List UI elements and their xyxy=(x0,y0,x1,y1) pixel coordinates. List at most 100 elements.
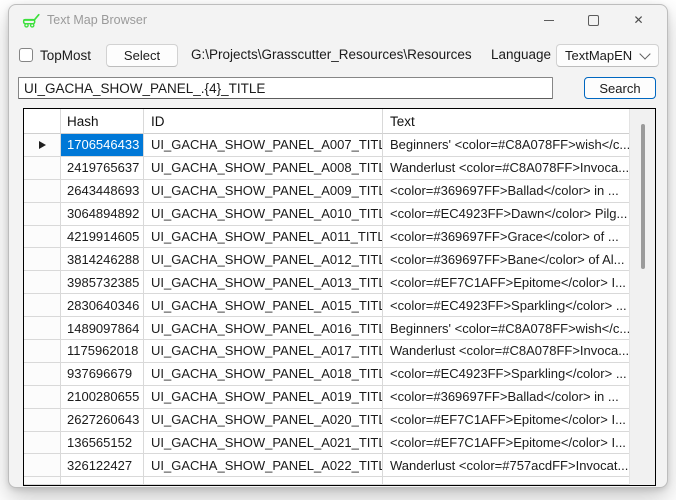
search-row: Search xyxy=(9,77,667,99)
id-cell[interactable]: UI_GACHA_SHOW_PANEL_A008_TITLE xyxy=(144,157,383,180)
text-cell[interactable]: <color=#EF7C1AFF>Epitome</color> I... xyxy=(383,432,630,455)
vertical-scrollbar[interactable] xyxy=(629,109,655,485)
titlebar: Text Map Browser ✕ xyxy=(9,5,667,35)
row-header-cell[interactable] xyxy=(24,363,61,386)
row-header-cell[interactable] xyxy=(24,134,61,157)
column-header-hash[interactable]: Hash xyxy=(61,109,144,134)
row-header-cell[interactable] xyxy=(24,203,61,226)
row-header-cell[interactable] xyxy=(24,271,61,294)
id-cell[interactable]: UI_GACHA_SHOW_PANEL_A021_TITLE xyxy=(144,432,383,455)
column-header-id[interactable]: ID xyxy=(144,109,383,134)
search-input[interactable] xyxy=(18,77,553,99)
id-cell[interactable]: UI_GACHA_SHOW_PANEL_A007_TITLE xyxy=(144,134,383,157)
hash-cell[interactable]: 2627260643 xyxy=(61,409,144,432)
table-row: 1706546433 UI_GACHA_SHOW_PANEL_A007_TITL… xyxy=(24,134,630,157)
current-row-marker-icon xyxy=(39,141,46,149)
language-label: Language xyxy=(491,47,551,62)
row-header-cell[interactable] xyxy=(24,409,61,432)
table-row: 326122427 UI_GACHA_SHOW_PANEL_A022_TITLE… xyxy=(24,454,630,477)
table-row: 3064894892 UI_GACHA_SHOW_PANEL_A010_TITL… xyxy=(24,203,630,226)
grid-corner-cell[interactable] xyxy=(24,109,61,134)
row-header-cell[interactable] xyxy=(24,248,61,271)
language-select[interactable]: TextMapEN xyxy=(556,44,659,67)
text-cell[interactable]: <color=#369697FF>Ballad</color> in ... xyxy=(383,386,630,409)
language-selected-value: TextMapEN xyxy=(565,48,641,63)
data-grid: Hash ID Text 1706546433 UI_GACHA_SHOW_PA… xyxy=(23,108,656,486)
id-cell[interactable]: UI_GACHA_SHOW_PANEL_A019_TITLE xyxy=(144,386,383,409)
text-cell[interactable]: Wanderlust <color=#C8A078FF>Invoca... xyxy=(383,157,630,180)
id-cell[interactable]: UI_GACHA_SHOW_PANEL_A013_TITLE xyxy=(144,271,383,294)
text-cell[interactable]: <color=#EF7C1AFF>Epitome</color> I... xyxy=(383,271,630,294)
hash-cell[interactable]: 3814246288 xyxy=(61,248,144,271)
table-row: 2643448693 UI_GACHA_SHOW_PANEL_A009_TITL… xyxy=(24,180,630,203)
text-cell[interactable]: Wanderlust <color=#757acdFF>Invocat... xyxy=(383,454,630,477)
table-row: 2100280655 UI_GACHA_SHOW_PANEL_A019_TITL… xyxy=(24,386,630,409)
text-cell[interactable]: <color=#EC4923FF>Sparkling</color> ... xyxy=(383,363,630,386)
column-header-text[interactable]: Text xyxy=(383,109,630,134)
grid-rows: 1706546433 UI_GACHA_SHOW_PANEL_A007_TITL… xyxy=(24,134,630,477)
row-header-cell[interactable] xyxy=(24,180,61,203)
text-cell[interactable]: Beginners' <color=#C8A078FF>wish</c... xyxy=(383,134,630,157)
hash-cell[interactable]: 136565152 xyxy=(61,432,144,455)
id-cell[interactable]: UI_GACHA_SHOW_PANEL_A020_TITLE xyxy=(144,409,383,432)
scrollbar-thumb[interactable] xyxy=(641,124,645,269)
topmost-label[interactable]: TopMost xyxy=(40,48,91,63)
text-cell[interactable]: <color=#369697FF>Ballad</color> in ... xyxy=(383,180,630,203)
row-header-cell[interactable] xyxy=(24,454,61,477)
hash-cell[interactable]: 2419765637 xyxy=(61,157,144,180)
table-row: 136565152 UI_GACHA_SHOW_PANEL_A021_TITLE… xyxy=(24,432,630,455)
topmost-checkbox[interactable] xyxy=(19,48,33,62)
row-header-cell xyxy=(24,477,61,485)
maximize-button[interactable] xyxy=(571,5,616,35)
text-cell xyxy=(383,477,630,485)
table-row: 2830640346 UI_GACHA_SHOW_PANEL_A015_TITL… xyxy=(24,294,630,317)
row-header-cell[interactable] xyxy=(24,294,61,317)
row-header-cell[interactable] xyxy=(24,340,61,363)
id-cell[interactable]: UI_GACHA_SHOW_PANEL_A012_TITLE xyxy=(144,248,383,271)
hash-cell[interactable]: 2643448693 xyxy=(61,180,144,203)
row-header-cell[interactable] xyxy=(24,317,61,340)
row-header-cell[interactable] xyxy=(24,157,61,180)
id-cell[interactable]: UI_GACHA_SHOW_PANEL_A015_TITLE xyxy=(144,294,383,317)
minimize-button[interactable] xyxy=(526,5,571,35)
hash-cell[interactable]: 2100280655 xyxy=(61,386,144,409)
caption-buttons: ✕ xyxy=(526,5,661,35)
text-cell[interactable]: Wanderlust <color=#C8A078FF>Invoca... xyxy=(383,340,630,363)
text-cell[interactable]: <color=#369697FF>Grace</color> of ... xyxy=(383,226,630,249)
hash-cell[interactable]: 1489097864 xyxy=(61,317,144,340)
hash-cell[interactable]: 2830640346 xyxy=(61,294,144,317)
id-cell[interactable]: UI_GACHA_SHOW_PANEL_A022_TITLE xyxy=(144,454,383,477)
id-cell[interactable]: UI_GACHA_SHOW_PANEL_A017_TITLE xyxy=(144,340,383,363)
table-row: 4219914605 UI_GACHA_SHOW_PANEL_A011_TITL… xyxy=(24,226,630,249)
hash-cell[interactable]: 326122427 xyxy=(61,454,144,477)
hash-cell[interactable]: 1175962018 xyxy=(61,340,144,363)
hash-cell[interactable]: 4219914605 xyxy=(61,226,144,249)
hash-cell[interactable]: 937696679 xyxy=(61,363,144,386)
row-header-cell[interactable] xyxy=(24,226,61,249)
table-row: 3814246288 UI_GACHA_SHOW_PANEL_A012_TITL… xyxy=(24,248,630,271)
row-header-cell[interactable] xyxy=(24,386,61,409)
select-button[interactable]: Select xyxy=(106,44,178,67)
id-cell xyxy=(144,477,383,485)
id-cell[interactable]: UI_GACHA_SHOW_PANEL_A016_TITLE xyxy=(144,317,383,340)
hash-cell[interactable]: 3064894892 xyxy=(61,203,144,226)
close-button[interactable]: ✕ xyxy=(616,5,661,35)
text-cell[interactable]: Beginners' <color=#C8A078FF>wish</c... xyxy=(383,317,630,340)
hash-cell[interactable]: 3985732385 xyxy=(61,271,144,294)
text-cell[interactable]: <color=#EF7C1AFF>Epitome</color> I... xyxy=(383,409,630,432)
close-icon: ✕ xyxy=(633,14,643,26)
row-header-cell[interactable] xyxy=(24,432,61,455)
minimize-icon xyxy=(544,20,554,21)
id-cell[interactable]: UI_GACHA_SHOW_PANEL_A011_TITLE xyxy=(144,226,383,249)
text-cell[interactable]: <color=#369697FF>Bane</color> of Al... xyxy=(383,248,630,271)
id-cell[interactable]: UI_GACHA_SHOW_PANEL_A010_TITLE xyxy=(144,203,383,226)
id-cell[interactable]: UI_GACHA_SHOW_PANEL_A018_TITLE xyxy=(144,363,383,386)
search-button[interactable]: Search xyxy=(584,77,656,99)
text-cell[interactable]: <color=#EC4923FF>Sparkling</color> ... xyxy=(383,294,630,317)
app-window: Text Map Browser ✕ TopMost Select G:\Pro… xyxy=(8,4,668,488)
table-row: 2627260643 UI_GACHA_SHOW_PANEL_A020_TITL… xyxy=(24,409,630,432)
text-cell[interactable]: <color=#EC4923FF>Dawn</color> Pilg... xyxy=(383,203,630,226)
hash-cell[interactable]: 1706546433 xyxy=(61,134,144,157)
chevron-down-icon xyxy=(639,48,650,59)
id-cell[interactable]: UI_GACHA_SHOW_PANEL_A009_TITLE xyxy=(144,180,383,203)
